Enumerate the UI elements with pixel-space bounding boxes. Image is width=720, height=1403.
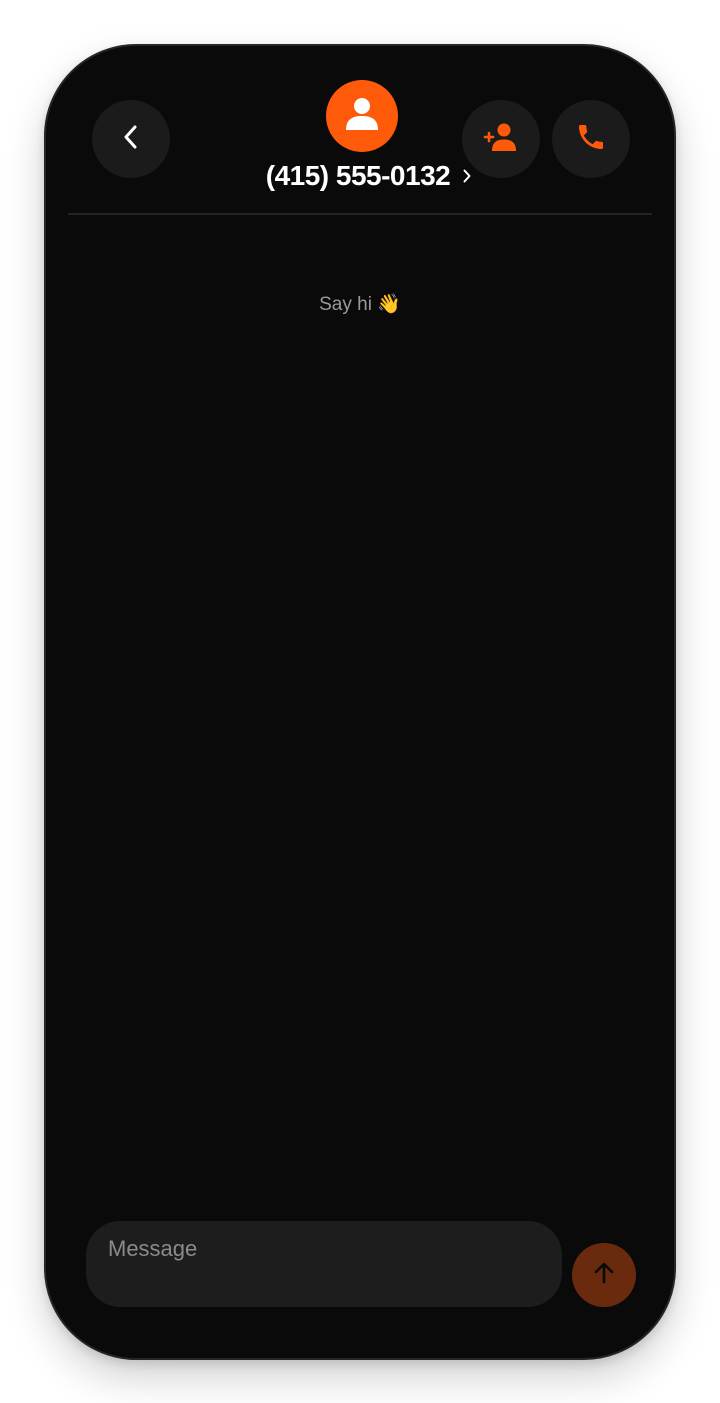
chevron-left-icon <box>120 124 142 155</box>
empty-conversation-hint: Say hi 👋 <box>319 294 401 315</box>
send-button[interactable] <box>572 1243 636 1307</box>
phone-icon <box>575 121 607 158</box>
person-add-icon <box>483 121 519 158</box>
chevron-right-icon <box>462 168 472 184</box>
header-divider <box>68 213 652 215</box>
contact-avatar[interactable] <box>326 80 398 152</box>
person-icon <box>342 94 382 139</box>
phone-frame: (415) 555-0132 Say hi 👋 <box>44 44 676 1360</box>
message-input[interactable] <box>86 1221 562 1307</box>
contact-details-link[interactable]: (415) 555-0132 <box>46 160 674 192</box>
arrow-up-icon <box>590 1259 618 1292</box>
contact-name: (415) 555-0132 <box>265 160 451 191</box>
